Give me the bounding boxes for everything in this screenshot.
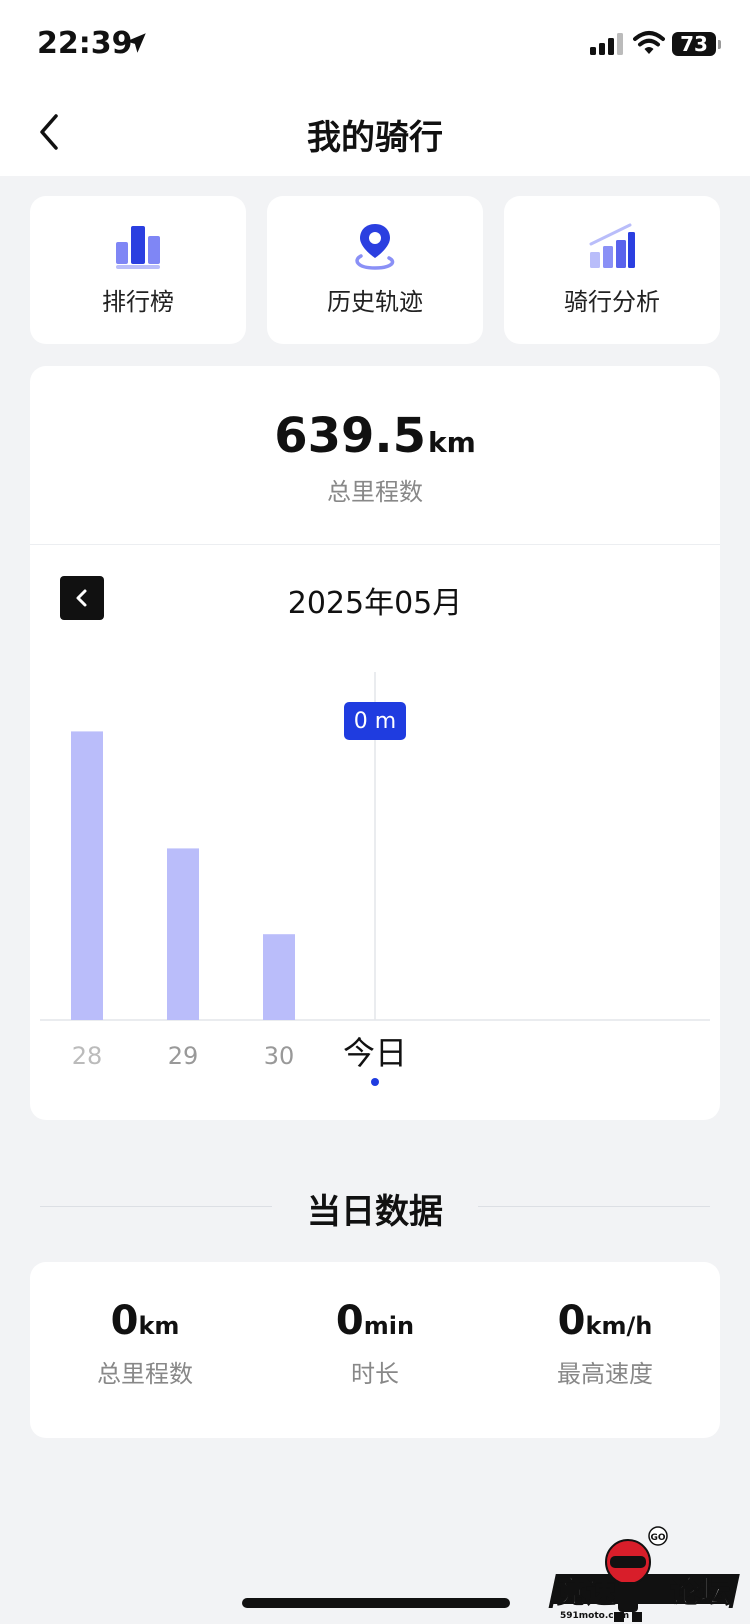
metric-distance: 0km 总里程数: [30, 1298, 260, 1389]
nav-bar: 我的骑行: [0, 88, 750, 176]
chart-selected-dot: [371, 1078, 379, 1086]
chart-bar[interactable]: [167, 848, 199, 1020]
page-title: 我的骑行: [307, 118, 443, 158]
metric-distance-value: 0: [110, 1298, 139, 1344]
chart-x-label: 29: [168, 1042, 199, 1070]
metric-top-speed-unit: km/h: [585, 1312, 653, 1340]
cellular-signal-icon: [590, 33, 623, 55]
chart-bar[interactable]: [71, 731, 103, 1020]
svg-text:竞速: 竞速: [556, 1575, 616, 1610]
metric-distance-unit: km: [138, 1312, 180, 1340]
chart-selected-value: 0 m: [354, 709, 396, 734]
chart-x-label: 今日: [343, 1034, 407, 1072]
forum-watermark-logo: GO 竞速 论坛 591moto.com: [548, 1526, 740, 1622]
daily-metrics-card: 0km 总里程数 0min 时长 0km/h 最高速度: [30, 1262, 720, 1438]
status-time: 22:39: [37, 26, 133, 61]
podium-icon: [116, 226, 160, 269]
metric-duration-label: 时长: [351, 1360, 399, 1388]
leaderboard-card[interactable]: 排行榜: [30, 196, 246, 344]
battery-nub: [718, 40, 721, 49]
route-pin-icon: [355, 224, 395, 270]
home-indicator[interactable]: [242, 1598, 510, 1608]
svg-text:论坛: 论坛: [670, 1575, 730, 1610]
ride-analysis-card[interactable]: 骑行分析: [504, 196, 720, 344]
svg-text:GO: GO: [650, 1533, 665, 1543]
rising-bars-icon: [589, 223, 635, 268]
metric-duration-value: 0: [335, 1298, 364, 1344]
chart-x-label: 30: [264, 1042, 295, 1070]
metric-duration-unit: min: [363, 1312, 415, 1340]
location-arrow-icon: [126, 33, 146, 53]
ride-analysis-label: 骑行分析: [564, 288, 660, 316]
daily-distance-chart[interactable]: 28 29 30 今日 0 m: [30, 366, 720, 1120]
leaderboard-label: 排行榜: [102, 288, 174, 316]
stats-card: 639.5km 总里程数 2025年05月 28 29 30 今日 0 m: [30, 366, 720, 1120]
metric-duration: 0min 时长: [260, 1298, 490, 1389]
metric-top-speed-label: 最高速度: [557, 1360, 653, 1388]
chart-x-label: 28: [72, 1042, 103, 1070]
history-track-label: 历史轨迹: [327, 288, 423, 316]
battery-indicator: 73: [672, 32, 716, 56]
wifi-icon: [633, 31, 665, 54]
metric-top-speed: 0km/h 最高速度: [490, 1298, 720, 1389]
status-bar: 22:39 73: [0, 0, 750, 88]
metric-distance-label: 总里程数: [97, 1360, 193, 1388]
metric-top-speed-value: 0: [557, 1298, 586, 1344]
daily-data-title: 当日数据: [307, 1192, 443, 1232]
chart-bar[interactable]: [263, 934, 295, 1020]
history-track-card[interactable]: 历史轨迹: [267, 196, 483, 344]
